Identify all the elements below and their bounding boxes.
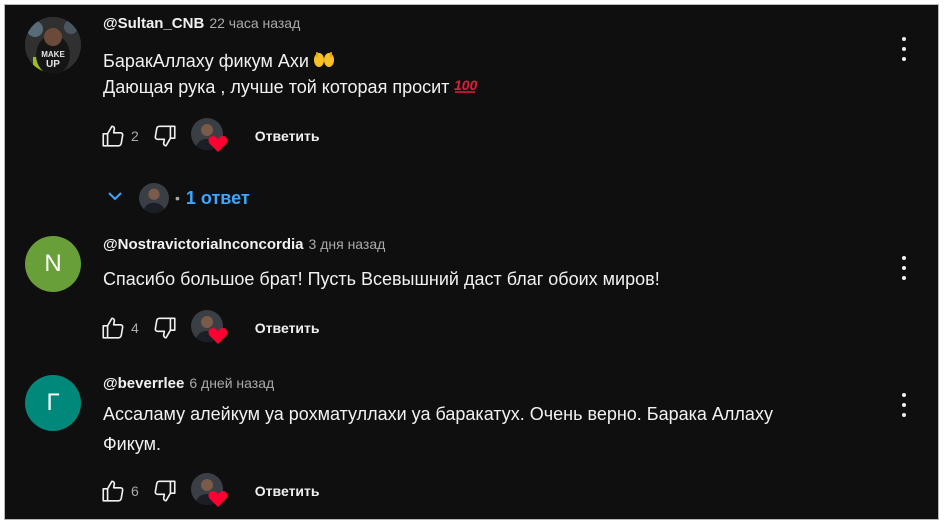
chevron-down-icon <box>105 186 125 211</box>
open-hands-emoji <box>313 50 335 75</box>
comment-line: Ассаламу алейкум уа рохматуллахи уа бара… <box>103 404 773 424</box>
like-count: 2 <box>131 128 139 144</box>
comment-text: Спасибо большое брат! Пусть Всевышний да… <box>103 267 863 292</box>
thumbs-up-icon[interactable] <box>97 475 129 507</box>
comment-actions: 6 Ответить <box>97 473 320 509</box>
author-name[interactable]: @beverrlee <box>103 375 184 392</box>
heart-icon <box>208 490 228 513</box>
comment-header: @Sultan_CNB 22 часа назад <box>103 15 300 33</box>
timestamp[interactable]: 6 дней назад <box>189 375 274 391</box>
reply-button[interactable]: Ответить <box>255 483 320 499</box>
svg-text:MAKE: MAKE <box>41 50 65 59</box>
comment-line: Фикум. <box>103 434 161 454</box>
avatar[interactable]: MAKE UP <box>25 17 81 73</box>
separator-dot: • <box>175 190 180 206</box>
avatar-letter: N <box>44 250 62 277</box>
avatar[interactable]: Г <box>25 375 81 431</box>
comment-actions: 4 Ответить <box>97 310 320 346</box>
heart-icon <box>208 327 228 350</box>
timestamp[interactable]: 3 дня назад <box>309 236 386 252</box>
comment-line: Дающая рука , лучше той которая просит <box>103 76 450 97</box>
view-replies-button[interactable]: • 1 ответ <box>105 180 250 216</box>
comment-line: БаракАллаху фикум Ахи <box>103 51 309 71</box>
avatar-letter: Г <box>46 389 60 416</box>
more-vertical-icon[interactable] <box>900 37 908 61</box>
hundred-points-emoji: 100 <box>453 76 478 101</box>
replies-count: 1 ответ <box>185 187 250 208</box>
comment-header: @beverrlee 6 дней назад <box>103 375 274 393</box>
thumbs-down-icon[interactable] <box>149 120 181 152</box>
creator-heart[interactable] <box>190 310 228 346</box>
comment-header: @NostravictoriaInconcordia 3 дня назад <box>103 236 385 254</box>
creator-heart[interactable] <box>190 118 228 154</box>
more-vertical-icon[interactable] <box>900 256 908 280</box>
like-count: 4 <box>131 320 139 336</box>
thumbs-down-icon[interactable] <box>149 312 181 344</box>
heart-icon <box>208 135 228 158</box>
creator-heart[interactable] <box>190 473 228 509</box>
replier-avatar <box>139 183 169 213</box>
author-name[interactable]: @NostravictoriaInconcordia <box>103 236 304 253</box>
svg-text:100: 100 <box>454 77 477 93</box>
author-name[interactable]: @Sultan_CNB <box>103 15 204 32</box>
reply-button[interactable]: Ответить <box>255 320 320 336</box>
comments-section: MAKE UP @Sultan_CNB 22 часа назад БаракАл… <box>4 4 939 520</box>
comment-text: БаракАллаху фикум Ахи Дающая рука , лучш… <box>103 49 863 101</box>
comment-text: Ассаламу алейкум уа рохматуллахи уа бара… <box>103 402 863 457</box>
comment-line: Спасибо большое брат! Пусть Всевышний да… <box>103 269 660 289</box>
more-vertical-icon[interactable] <box>900 393 908 417</box>
comment-actions: 2 Ответить <box>97 118 320 154</box>
reply-button[interactable]: Ответить <box>255 128 320 144</box>
like-count: 6 <box>131 483 139 499</box>
thumbs-up-icon[interactable] <box>97 120 129 152</box>
avatar[interactable]: N <box>25 236 81 292</box>
timestamp[interactable]: 22 часа назад <box>209 15 300 31</box>
thumbs-up-icon[interactable] <box>97 312 129 344</box>
svg-text:UP: UP <box>46 59 60 70</box>
thumbs-down-icon[interactable] <box>149 475 181 507</box>
